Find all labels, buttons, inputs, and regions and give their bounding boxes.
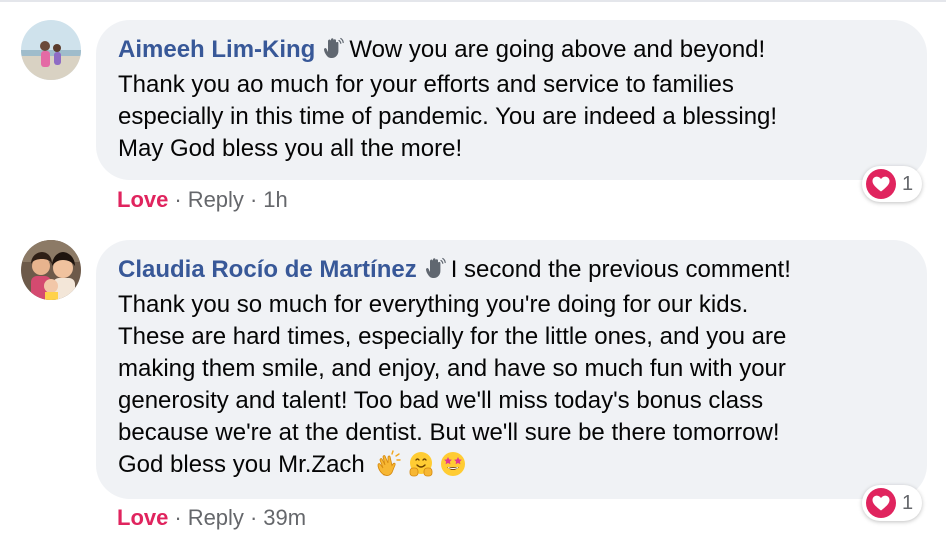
clapping-hands-icon xyxy=(375,450,403,487)
wave-hand-icon xyxy=(321,36,345,69)
comment-text-line: Wow you are going above and beyond! xyxy=(349,36,766,63)
comment-text-line: Thank you ao much for your efforts and s… xyxy=(118,71,734,98)
comment-text-line: especially in this time of pandemic. You… xyxy=(118,103,778,130)
heart-icon xyxy=(866,488,896,518)
hugging-face-icon xyxy=(407,450,435,487)
comment-timestamp[interactable]: 1h xyxy=(263,187,287,212)
comment-text-line: These are hard times, especially for the… xyxy=(118,323,787,350)
reply-button[interactable]: Reply xyxy=(188,505,244,530)
reaction-count: 1 xyxy=(902,491,914,514)
separator-dot: · xyxy=(249,505,258,530)
comment-text-line: Thank you so much for everything you're … xyxy=(118,291,749,318)
love-button[interactable]: Love xyxy=(117,187,168,212)
comment-author[interactable]: Aimeeh Lim-King xyxy=(118,36,315,63)
reaction-count: 1 xyxy=(902,172,914,195)
comment-text-line: May God bless you all the more! xyxy=(118,135,463,162)
wave-hand-icon xyxy=(423,256,447,289)
reply-button[interactable]: Reply xyxy=(188,187,244,212)
comment-author[interactable]: Claudia Rocío de Martínez xyxy=(118,256,417,283)
comment-actions: Love · Reply · 1h xyxy=(117,187,288,213)
avatar[interactable] xyxy=(21,240,81,300)
separator-dot: · xyxy=(249,187,258,212)
comment-text-line: making them smile, and enjoy, and have s… xyxy=(118,355,786,382)
comment-text-line: God bless you Mr.Zach xyxy=(118,451,365,478)
star-struck-icon xyxy=(439,450,467,487)
comment-text-line: because we're at the dentist. But we'll … xyxy=(118,419,780,446)
separator-dot: · xyxy=(174,187,182,212)
comment-actions: Love · Reply · 39m xyxy=(117,505,306,531)
comment-text-line: I second the previous comment! xyxy=(450,256,791,283)
heart-icon xyxy=(866,169,896,199)
separator-dot: · xyxy=(174,505,182,530)
comment-bubble: Aimeeh Lim-King Wow you are going above a… xyxy=(96,20,927,180)
reaction-summary[interactable]: 1 xyxy=(862,166,922,202)
comment-text-line: generosity and talent! Too bad we'll mis… xyxy=(118,387,764,414)
reaction-summary[interactable]: 1 xyxy=(862,485,922,521)
comment-timestamp[interactable]: 39m xyxy=(263,505,306,530)
top-divider xyxy=(0,0,946,2)
comment-bubble: Claudia Rocío de Martínez I second the pr… xyxy=(96,240,927,499)
avatar[interactable] xyxy=(21,20,81,80)
love-button[interactable]: Love xyxy=(117,505,168,530)
